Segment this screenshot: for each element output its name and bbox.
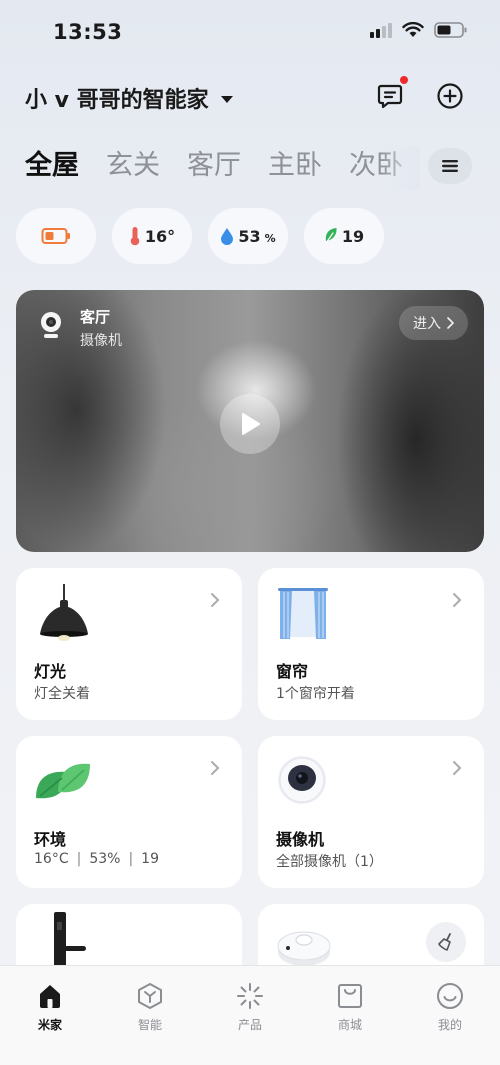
lights-card[interactable]: 灯光 灯全关着: [16, 568, 242, 720]
environment-card[interactable]: 环境 16°C | 53% | 19: [16, 736, 242, 888]
humidity-unit: %: [264, 231, 276, 245]
header: 小 v 哥哥的智能家: [0, 74, 500, 118]
menu-icon: [442, 160, 458, 172]
humidity-value: 53: [238, 226, 261, 246]
chevron-right-icon: [453, 761, 461, 775]
nav-smart-label: 智能: [137, 1018, 162, 1032]
message-icon: [377, 84, 403, 109]
nav-smart[interactable]: 智能: [100, 966, 200, 1065]
tabs-fade: [380, 146, 420, 190]
battery-icon: [434, 22, 468, 38]
curtains-card[interactable]: 窗帘 1个窗帘开着: [258, 568, 484, 720]
room-menu-button[interactable]: [428, 148, 472, 184]
water-drop-icon: [221, 228, 234, 245]
camera-device-icon: [276, 752, 340, 812]
door-lock-icon: [52, 912, 116, 972]
temperature-pill[interactable]: 16°: [112, 208, 192, 264]
battery-pill[interactable]: [16, 208, 96, 264]
curtain-icon: [276, 584, 340, 644]
humidity-pill[interactable]: 53%: [208, 208, 288, 264]
chevron-right-icon: [211, 593, 219, 607]
thermometer-icon: [130, 227, 140, 246]
enter-label: 进入: [413, 316, 441, 332]
leaves-icon: [34, 752, 98, 812]
cameras-title: 摄像机: [276, 830, 325, 849]
air-quality-value: 19: [341, 226, 365, 246]
play-button[interactable]: [220, 394, 280, 454]
notification-dot: [400, 76, 408, 84]
broom-icon: [438, 933, 451, 951]
leaf-icon: [325, 228, 337, 244]
nav-products[interactable]: 产品: [200, 966, 300, 1065]
nav-products-label: 产品: [237, 1018, 262, 1032]
environment-humidity: 53%: [89, 851, 121, 867]
tab-entrance[interactable]: 玄关: [106, 146, 160, 190]
tab-whole-house[interactable]: 全屋: [25, 146, 79, 190]
cameras-status: 全部摄像机（1）: [276, 854, 383, 870]
tab-living-room[interactable]: 客厅: [187, 146, 241, 190]
plus-circle-icon: [437, 83, 463, 109]
nav-shop-label: 商城: [337, 1018, 362, 1032]
caret-down-icon: [220, 95, 233, 103]
home-selector[interactable]: 小 v 哥哥的智能家: [25, 82, 233, 114]
wifi-icon: [402, 22, 424, 38]
status-icons: [370, 22, 468, 38]
profile-icon: [437, 983, 463, 1009]
lights-title: 灯光: [34, 662, 67, 681]
bottom-nav: 米家 智能 产品 商城 我的: [0, 965, 500, 1065]
status-bar: 13:53: [0, 0, 500, 66]
home-icon: [40, 985, 60, 1008]
nav-profile-label: 我的: [437, 1018, 462, 1032]
camera-device-icon: [38, 310, 64, 340]
curtains-status: 1个窗帘开着: [276, 686, 355, 702]
environment-temp: 16°C: [34, 851, 69, 867]
nav-profile[interactable]: 我的: [400, 966, 500, 1065]
cellular-signal-icon: [370, 22, 392, 38]
environment-title: 环境: [34, 830, 67, 849]
environment-aqi: 19: [141, 851, 159, 867]
temperature-value: 16°: [144, 226, 176, 246]
chevron-right-icon: [447, 317, 454, 329]
enter-button[interactable]: 进入: [399, 306, 468, 340]
lights-status: 灯全关着: [34, 686, 90, 702]
nav-shop[interactable]: 商城: [300, 966, 400, 1065]
product-icon: [237, 983, 263, 1009]
room-tabs: 全屋 玄关 客厅 主卧 次卧: [25, 146, 425, 190]
camera-room-label: 客厅: [80, 308, 111, 326]
add-device-button[interactable]: [432, 78, 468, 114]
environment-summary: 16°C | 53% | 19: [34, 851, 159, 867]
camera-type-label: 摄像机: [80, 333, 122, 349]
air-quality-pill[interactable]: 19: [304, 208, 384, 264]
cameras-card[interactable]: 摄像机 全部摄像机（1）: [258, 736, 484, 888]
low-battery-icon: [41, 228, 70, 244]
clean-button[interactable]: [426, 922, 466, 962]
chevron-right-icon: [211, 761, 219, 775]
smart-icon: [138, 983, 162, 1009]
pendant-lamp-icon: [34, 584, 98, 644]
messages-button[interactable]: [372, 76, 408, 114]
curtains-title: 窗帘: [276, 662, 309, 681]
play-icon: [242, 413, 260, 435]
environment-pills: 16° 53% 19: [16, 208, 384, 264]
tab-master-bedroom[interactable]: 主卧: [268, 146, 322, 190]
home-name: 小 v 哥哥的智能家: [25, 88, 209, 113]
chevron-right-icon: [453, 593, 461, 607]
camera-preview-card[interactable]: 客厅 摄像机 进入: [16, 290, 484, 552]
status-time: 13:53: [53, 20, 123, 44]
shop-icon: [338, 984, 362, 1008]
nav-home-label: 米家: [37, 1018, 62, 1032]
nav-home[interactable]: 米家: [0, 966, 100, 1065]
